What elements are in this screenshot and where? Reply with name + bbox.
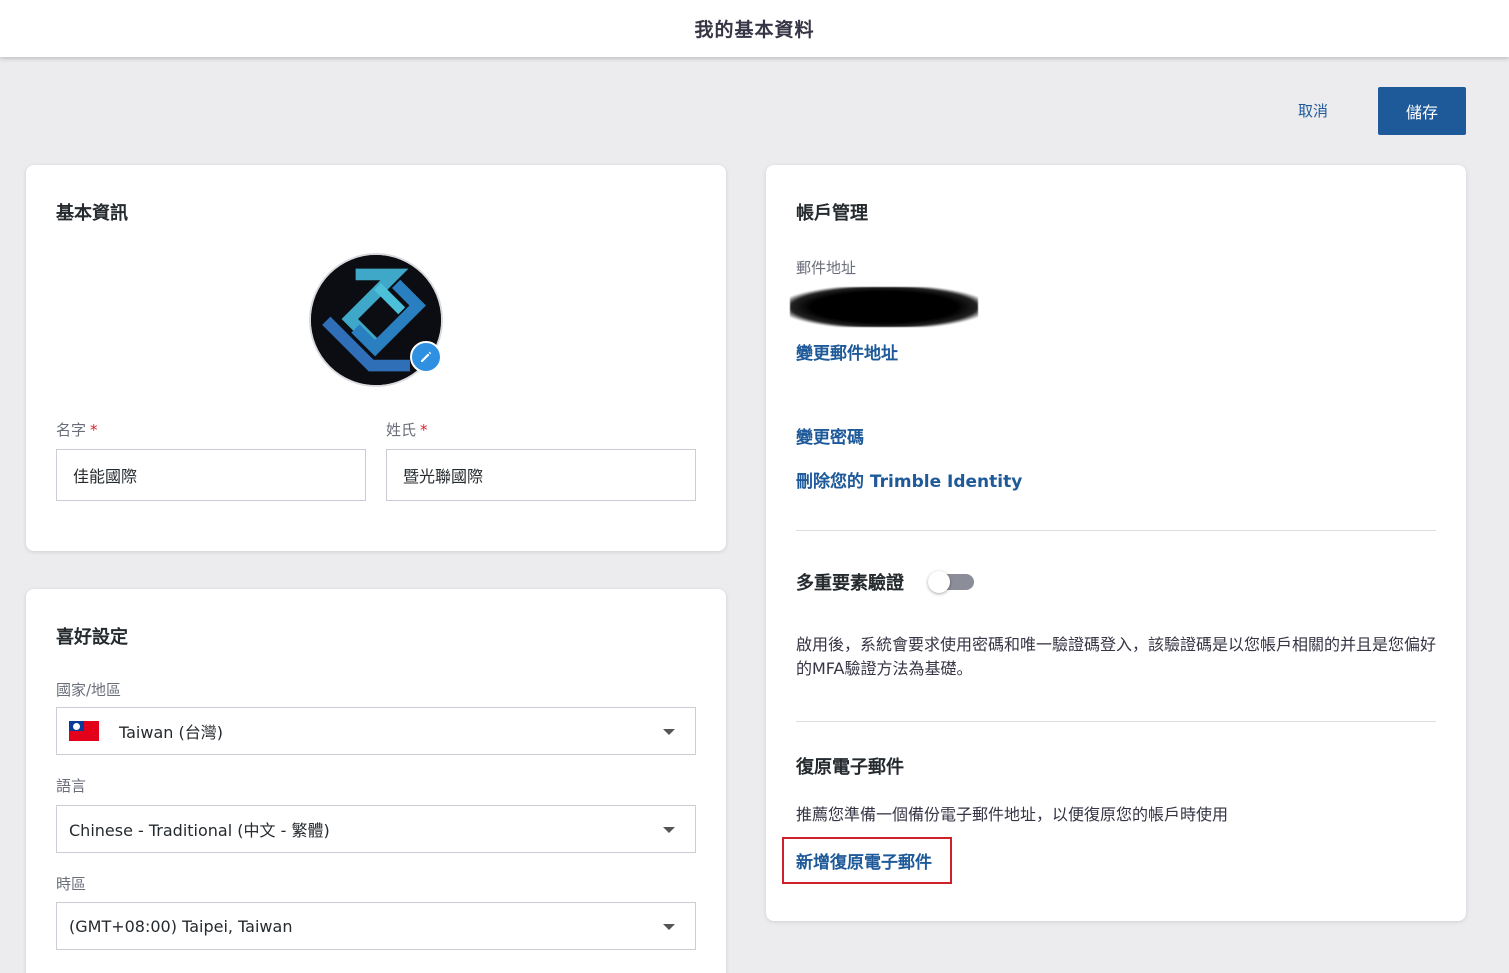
language-label: 語言 bbox=[56, 777, 87, 795]
chevron-down-icon bbox=[663, 827, 675, 833]
recovery-email-title: 復原電子郵件 bbox=[796, 757, 904, 778]
change-email-link[interactable]: 變更郵件地址 bbox=[796, 339, 898, 364]
pencil-icon bbox=[421, 351, 432, 362]
add-recovery-email-link[interactable]: 新增復原電子郵件 bbox=[796, 848, 932, 873]
email-label: 郵件地址 bbox=[796, 259, 857, 277]
country-select[interactable]: Taiwan (台灣) bbox=[56, 707, 696, 755]
save-button[interactable]: 儲存 bbox=[1378, 87, 1466, 135]
cancel-button[interactable]: 取消 bbox=[1298, 100, 1328, 121]
required-mark: * bbox=[420, 421, 428, 439]
top-header: 我的基本資料 bbox=[0, 0, 1509, 57]
last-name-input[interactable] bbox=[386, 449, 696, 501]
mfa-title: 多重要素驗證 bbox=[796, 573, 904, 594]
account-title: 帳戶管理 bbox=[796, 203, 868, 224]
basic-info-card: 基本資訊 名字* 姓氏* bbox=[26, 165, 726, 551]
email-value-redacted bbox=[790, 287, 978, 327]
chevron-down-icon bbox=[663, 729, 675, 735]
change-password-link[interactable]: 變更密碼 bbox=[796, 423, 864, 448]
first-name-input[interactable] bbox=[56, 449, 366, 501]
required-mark: * bbox=[90, 421, 98, 439]
timezone-select[interactable]: (GMT+08:00) Taipei, Taiwan bbox=[56, 902, 696, 950]
basic-info-title: 基本資訊 bbox=[56, 203, 128, 224]
divider bbox=[796, 721, 1436, 722]
page-title: 我的基本資料 bbox=[694, 19, 815, 41]
country-label: 國家/地區 bbox=[56, 681, 122, 699]
mfa-toggle[interactable] bbox=[928, 571, 974, 593]
delete-identity-link[interactable]: 刪除您的 Trimble Identity bbox=[796, 467, 1022, 492]
taiwan-flag-icon bbox=[69, 721, 99, 741]
timezone-label: 時區 bbox=[56, 875, 87, 893]
chevron-down-icon bbox=[663, 924, 675, 930]
timezone-value: (GMT+08:00) Taipei, Taiwan bbox=[69, 916, 293, 936]
account-management-card: 帳戶管理 郵件地址 變更郵件地址 變更密碼 刪除您的 Trimble Ident… bbox=[766, 165, 1466, 921]
edit-avatar-button[interactable] bbox=[410, 341, 442, 373]
language-select[interactable]: Chinese - Traditional (中文 - 繁體) bbox=[56, 805, 696, 853]
divider bbox=[796, 530, 1436, 531]
first-name-label: 名字 * bbox=[56, 421, 98, 439]
country-value: Taiwan (台灣) bbox=[119, 723, 223, 742]
preferences-card: 喜好設定 國家/地區 Taiwan (台灣) 語言 Chinese - Trad… bbox=[26, 589, 726, 973]
preferences-title: 喜好設定 bbox=[56, 627, 128, 648]
last-name-label: 姓氏 * bbox=[386, 421, 428, 439]
recovery-email-description: 推薦您準備一個備份電子郵件地址，以便復原您的帳戶時使用 bbox=[796, 805, 1229, 824]
language-value: Chinese - Traditional (中文 - 繁體) bbox=[69, 821, 330, 840]
toggle-knob bbox=[928, 571, 950, 593]
mfa-description: 啟用後，系統會要求使用密碼和唯一驗證碼登入，該驗證碼是以您帳戶相關的并且是您偏好… bbox=[796, 635, 1437, 678]
